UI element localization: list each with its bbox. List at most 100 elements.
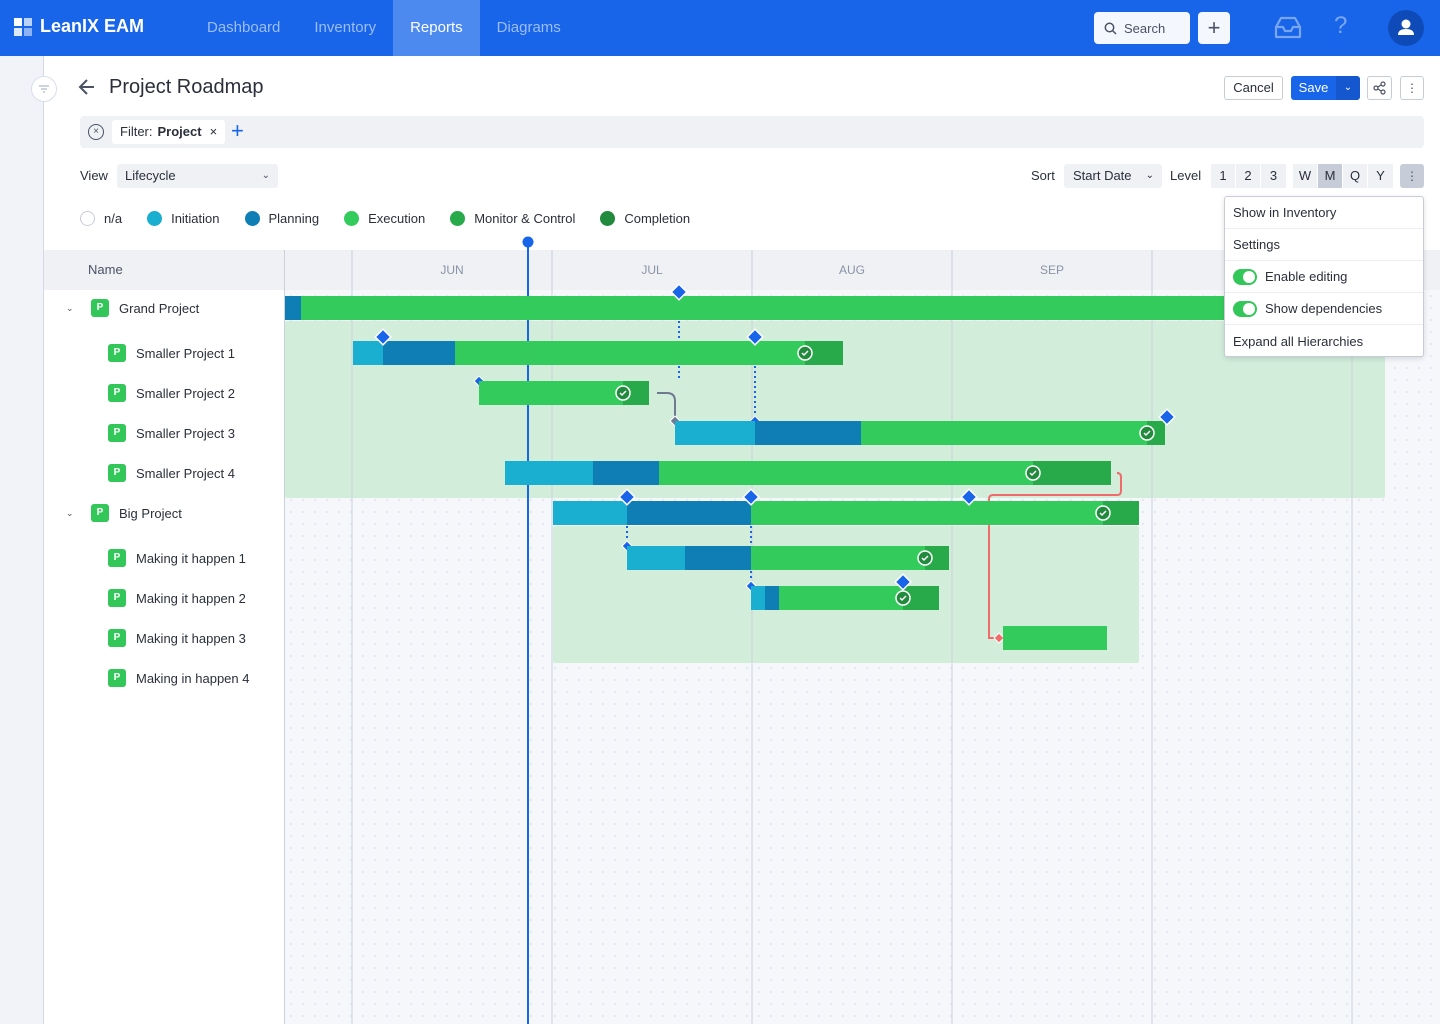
nav-dashboard[interactable]: Dashboard	[190, 0, 297, 56]
table-row[interactable]: ⌄ P Big Project	[66, 504, 182, 522]
table-row[interactable]: P Smaller Project 2	[108, 384, 235, 402]
clear-filters-icon[interactable]: ×	[88, 124, 104, 140]
bar-segment-planning	[755, 421, 861, 445]
timescale-year-button[interactable]: Y	[1368, 164, 1393, 188]
expand-chevron-icon[interactable]: ⌄	[66, 303, 80, 314]
legend-label: Completion	[624, 211, 691, 226]
remove-filter-icon[interactable]: ×	[210, 120, 218, 144]
menu-item-show-in-inventory[interactable]: Show in Inventory	[1225, 197, 1423, 229]
help-icon[interactable]: ?	[1334, 12, 1347, 40]
legend-swatch	[147, 211, 163, 226]
row-name[interactable]: Big Project	[119, 506, 182, 521]
legend-item-completion: Completion	[600, 211, 690, 226]
legend-label: Planning	[268, 211, 320, 226]
bar-segment-initiation	[627, 546, 685, 570]
legend-swatch	[244, 211, 260, 226]
enable-editing-toggle[interactable]	[1233, 268, 1257, 285]
bar-segment-planning	[593, 461, 659, 485]
row-name[interactable]: Grand Project	[119, 301, 199, 316]
table-row[interactable]: P Making it happen 1	[108, 549, 246, 567]
table-row[interactable]: P Making it happen 3	[108, 629, 246, 647]
more-options-button[interactable]: ⋮	[1400, 76, 1424, 100]
chevron-down-icon: ⌄	[1343, 82, 1353, 93]
name-column-header[interactable]: Name	[88, 262, 123, 277]
menu-item-settings[interactable]: Settings	[1225, 229, 1423, 261]
menu-item-label: Settings	[1233, 237, 1280, 252]
timescale-month-button[interactable]: M	[1318, 164, 1343, 188]
legend-item-initiation: Initiation	[147, 211, 220, 226]
bar-segment-execution	[751, 546, 925, 570]
expand-chevron-icon[interactable]: ⌄	[66, 508, 80, 519]
view-select[interactable]: Lifecycle ⌄	[117, 164, 278, 188]
page-title: Project Roadmap	[109, 76, 264, 98]
level-1-button[interactable]: 1	[1211, 164, 1236, 188]
timescale-week-button[interactable]: W	[1293, 164, 1318, 188]
bar-segment-execution	[479, 381, 623, 405]
row-name[interactable]: Smaller Project 4	[136, 466, 235, 481]
filter-value: Project	[157, 124, 202, 139]
nav-diagrams[interactable]: Diagrams	[480, 0, 578, 56]
timescale-quarter-button[interactable]: Q	[1343, 164, 1368, 188]
bar-segment-initiation	[505, 461, 593, 485]
level-selector: 1 2 3	[1211, 164, 1286, 188]
table-row[interactable]: P Smaller Project 4	[108, 464, 235, 482]
table-row[interactable]: P Making in happen 4	[108, 669, 249, 687]
nav-inventory[interactable]: Inventory	[297, 0, 393, 56]
table-row[interactable]: ⌄ P Grand Project	[66, 299, 199, 317]
row-name[interactable]: Smaller Project 3	[136, 426, 235, 441]
menu-item-expand-all[interactable]: Expand all Hierarchies	[1225, 325, 1423, 357]
sort-label: Sort	[1031, 168, 1055, 183]
menu-item-enable-editing[interactable]: Enable editing	[1225, 261, 1423, 293]
legend-label: Monitor & Control	[474, 211, 576, 226]
inbox-icon[interactable]	[1272, 15, 1304, 41]
row-name[interactable]: Making it happen 1	[136, 551, 246, 566]
menu-item-show-dependencies[interactable]: Show dependencies	[1225, 293, 1423, 325]
back-arrow-icon[interactable]	[78, 76, 96, 104]
legend-item-execution: Execution	[344, 211, 425, 226]
cancel-button[interactable]: Cancel	[1224, 76, 1283, 100]
toggle-filter-panel-button[interactable]	[31, 76, 57, 102]
show-dependencies-toggle[interactable]	[1233, 300, 1257, 317]
legend: n/a Initiation Planning Execution Monito…	[80, 211, 715, 226]
menu-item-label: Show in Inventory	[1233, 205, 1337, 220]
nav-reports[interactable]: Reports	[393, 0, 480, 56]
filter-chip[interactable]: Filter: Project ×	[112, 120, 226, 144]
save-options-dropdown[interactable]: ⌄	[1336, 76, 1360, 100]
sort-select[interactable]: Start Date ⌄	[1064, 164, 1162, 188]
report-menu-button[interactable]: ⋮	[1400, 164, 1424, 188]
add-filter-icon[interactable]: +	[231, 118, 244, 144]
add-button[interactable]: +	[1198, 12, 1230, 44]
legend-item-monitor-control: Monitor & Control	[450, 211, 575, 226]
app-name: LeanIX EAM	[40, 16, 145, 36]
legend-label: Initiation	[171, 211, 220, 226]
filter-icon	[39, 85, 49, 93]
legend-swatch	[344, 211, 360, 226]
table-row[interactable]: P Smaller Project 3	[108, 424, 235, 442]
save-button[interactable]: Save	[1291, 76, 1336, 100]
month-label: JUL	[641, 263, 663, 277]
app-logo[interactable]: LeanIX EAM	[14, 16, 144, 37]
sort-value: Start Date	[1073, 168, 1132, 183]
table-row[interactable]: P Making it happen 2	[108, 589, 246, 607]
row-name[interactable]: Making in happen 4	[136, 671, 249, 686]
share-button[interactable]	[1367, 76, 1392, 100]
level-3-button[interactable]: 3	[1261, 164, 1286, 188]
user-icon	[1398, 19, 1414, 35]
legend-swatch	[80, 211, 95, 226]
chevron-down-icon: ⌄	[1145, 170, 1154, 181]
user-avatar[interactable]	[1388, 10, 1424, 46]
menu-item-label: Show dependencies	[1265, 301, 1383, 316]
bar-segment-planning	[383, 341, 455, 365]
main-nav: Dashboard Inventory Reports Diagrams	[190, 0, 578, 56]
row-name[interactable]: Making it happen 2	[136, 591, 246, 606]
level-2-button[interactable]: 2	[1236, 164, 1261, 188]
search-button[interactable]: Search	[1094, 12, 1190, 44]
bar-segment-initiation	[553, 501, 627, 525]
row-name[interactable]: Smaller Project 2	[136, 386, 235, 401]
row-name[interactable]: Making it happen 3	[136, 631, 246, 646]
plus-icon: +	[1207, 15, 1221, 40]
row-name[interactable]: Smaller Project 1	[136, 346, 235, 361]
bar-segment-planning	[765, 586, 779, 610]
name-column: ⌄ P Grand Project P Smaller Project 1 P Smalle…	[44, 290, 284, 1024]
table-row[interactable]: P Smaller Project 1	[108, 344, 235, 362]
